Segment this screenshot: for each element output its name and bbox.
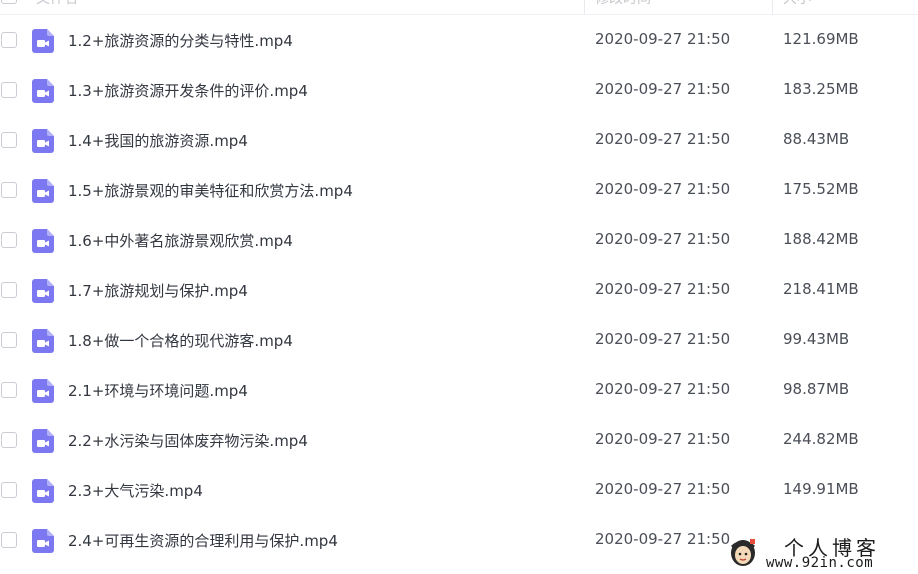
video-file-icon <box>32 179 54 203</box>
row-checkbox[interactable] <box>1 432 17 448</box>
select-all-checkbox[interactable] <box>1 0 17 4</box>
file-modified: 2020-09-27 21:50 <box>595 480 731 498</box>
video-file-icon <box>32 229 54 253</box>
file-name[interactable]: 2.2+水污染与固体废弃物污染.mp4 <box>68 430 308 451</box>
file-row[interactable]: 1.5+旅游景观的审美特征和欣赏方法.mp4 2020-09-27 21:50 … <box>0 165 918 215</box>
header-size[interactable]: 大小 <box>783 0 811 8</box>
header-modified[interactable]: 修改时间 <box>595 0 651 8</box>
row-checkbox[interactable] <box>1 332 17 348</box>
video-file-icon <box>32 329 54 353</box>
row-checkbox[interactable] <box>1 232 17 248</box>
file-size: 183.25MB <box>783 80 859 98</box>
file-name[interactable]: 2.3+大气污染.mp4 <box>68 480 203 501</box>
file-list: 文件名 修改时间 ⌄ 大小 1.2+旅游资源的分类与特性.mp4 2020-09… <box>0 0 918 574</box>
row-checkbox[interactable] <box>1 182 17 198</box>
file-name[interactable]: 1.6+中外著名旅游景观欣赏.mp4 <box>68 230 293 251</box>
file-row[interactable]: 1.2+旅游资源的分类与特性.mp4 2020-09-27 21:50 121.… <box>0 15 918 65</box>
file-modified: 2020-09-27 21:50 <box>595 130 731 148</box>
file-size: 218.41MB <box>783 280 859 298</box>
header-divider[interactable] <box>772 0 773 14</box>
file-row[interactable]: 2.3+大气污染.mp4 2020-09-27 21:50 149.91MB <box>0 465 918 515</box>
file-size: 149.91MB <box>783 480 859 498</box>
file-size: 88.43MB <box>783 130 850 148</box>
file-size: 188.42MB <box>783 230 859 248</box>
file-modified: 2020-09-27 21:50 <box>595 430 731 448</box>
file-name[interactable]: 2.1+环境与环境问题.mp4 <box>68 380 248 401</box>
header-name[interactable]: 文件名 <box>36 0 78 8</box>
file-row[interactable]: 1.8+做一个合格的现代游客.mp4 2020-09-27 21:50 99.4… <box>0 315 918 365</box>
video-file-icon <box>32 279 54 303</box>
file-modified: 2020-09-27 21:50 <box>595 330 731 348</box>
file-row[interactable]: 2.2+水污染与固体废弃物污染.mp4 2020-09-27 21:50 244… <box>0 415 918 465</box>
file-row[interactable]: 1.7+旅游规划与保护.mp4 2020-09-27 21:50 218.41M… <box>0 265 918 315</box>
file-row[interactable]: 1.6+中外著名旅游景观欣赏.mp4 2020-09-27 21:50 188.… <box>0 215 918 265</box>
watermark-url: www.92in.com <box>766 555 874 571</box>
file-modified: 2020-09-27 21:50 <box>595 180 731 198</box>
row-checkbox[interactable] <box>1 532 17 548</box>
file-name[interactable]: 1.2+旅游资源的分类与特性.mp4 <box>68 30 293 51</box>
video-file-icon <box>32 429 54 453</box>
row-checkbox[interactable] <box>1 82 17 98</box>
table-header: 文件名 修改时间 ⌄ 大小 <box>0 0 918 15</box>
video-file-icon <box>32 479 54 503</box>
file-modified: 2020-09-27 21:50 <box>595 280 731 298</box>
video-file-icon <box>32 29 54 53</box>
row-checkbox[interactable] <box>1 382 17 398</box>
row-checkbox[interactable] <box>1 482 17 498</box>
file-name[interactable]: 2.4+可再生资源的合理利用与保护.mp4 <box>68 530 338 551</box>
file-name[interactable]: 1.5+旅游景观的审美特征和欣赏方法.mp4 <box>68 180 353 201</box>
file-row[interactable]: 1.4+我国的旅游资源.mp4 2020-09-27 21:50 88.43MB <box>0 115 918 165</box>
video-file-icon <box>32 129 54 153</box>
file-row[interactable]: 2.1+环境与环境问题.mp4 2020-09-27 21:50 98.87MB <box>0 365 918 415</box>
file-name[interactable]: 1.7+旅游规划与保护.mp4 <box>68 280 248 301</box>
file-size: 98.87MB <box>783 380 850 398</box>
file-modified: 2020-09-27 21:50 <box>595 380 731 398</box>
file-name[interactable]: 1.4+我国的旅游资源.mp4 <box>68 130 248 151</box>
file-name[interactable]: 1.3+旅游资源开发条件的评价.mp4 <box>68 80 308 101</box>
row-checkbox[interactable] <box>1 32 17 48</box>
file-size: 244.82MB <box>783 430 859 448</box>
file-size: 175.52MB <box>783 180 859 198</box>
sort-chevron-icon[interactable]: ⌄ <box>755 0 765 2</box>
file-modified: 2020-09-27 21:50 <box>595 230 731 248</box>
video-file-icon <box>32 529 54 553</box>
file-modified: 2020-09-27 21:50 <box>595 30 731 48</box>
file-modified: 2020-09-27 21:50 <box>595 530 731 548</box>
file-name[interactable]: 1.8+做一个合格的现代游客.mp4 <box>68 330 293 351</box>
video-file-icon <box>32 79 54 103</box>
header-divider[interactable] <box>584 0 585 14</box>
watermark: 个人博客 www.92in.com <box>726 532 918 574</box>
file-row[interactable]: 1.3+旅游资源开发条件的评价.mp4 2020-09-27 21:50 183… <box>0 65 918 115</box>
file-size: 121.69MB <box>783 30 859 48</box>
video-file-icon <box>32 379 54 403</box>
avatar-icon <box>730 539 756 566</box>
row-checkbox[interactable] <box>1 282 17 298</box>
row-checkbox[interactable] <box>1 132 17 148</box>
file-size: 99.43MB <box>783 330 850 348</box>
file-modified: 2020-09-27 21:50 <box>595 80 731 98</box>
